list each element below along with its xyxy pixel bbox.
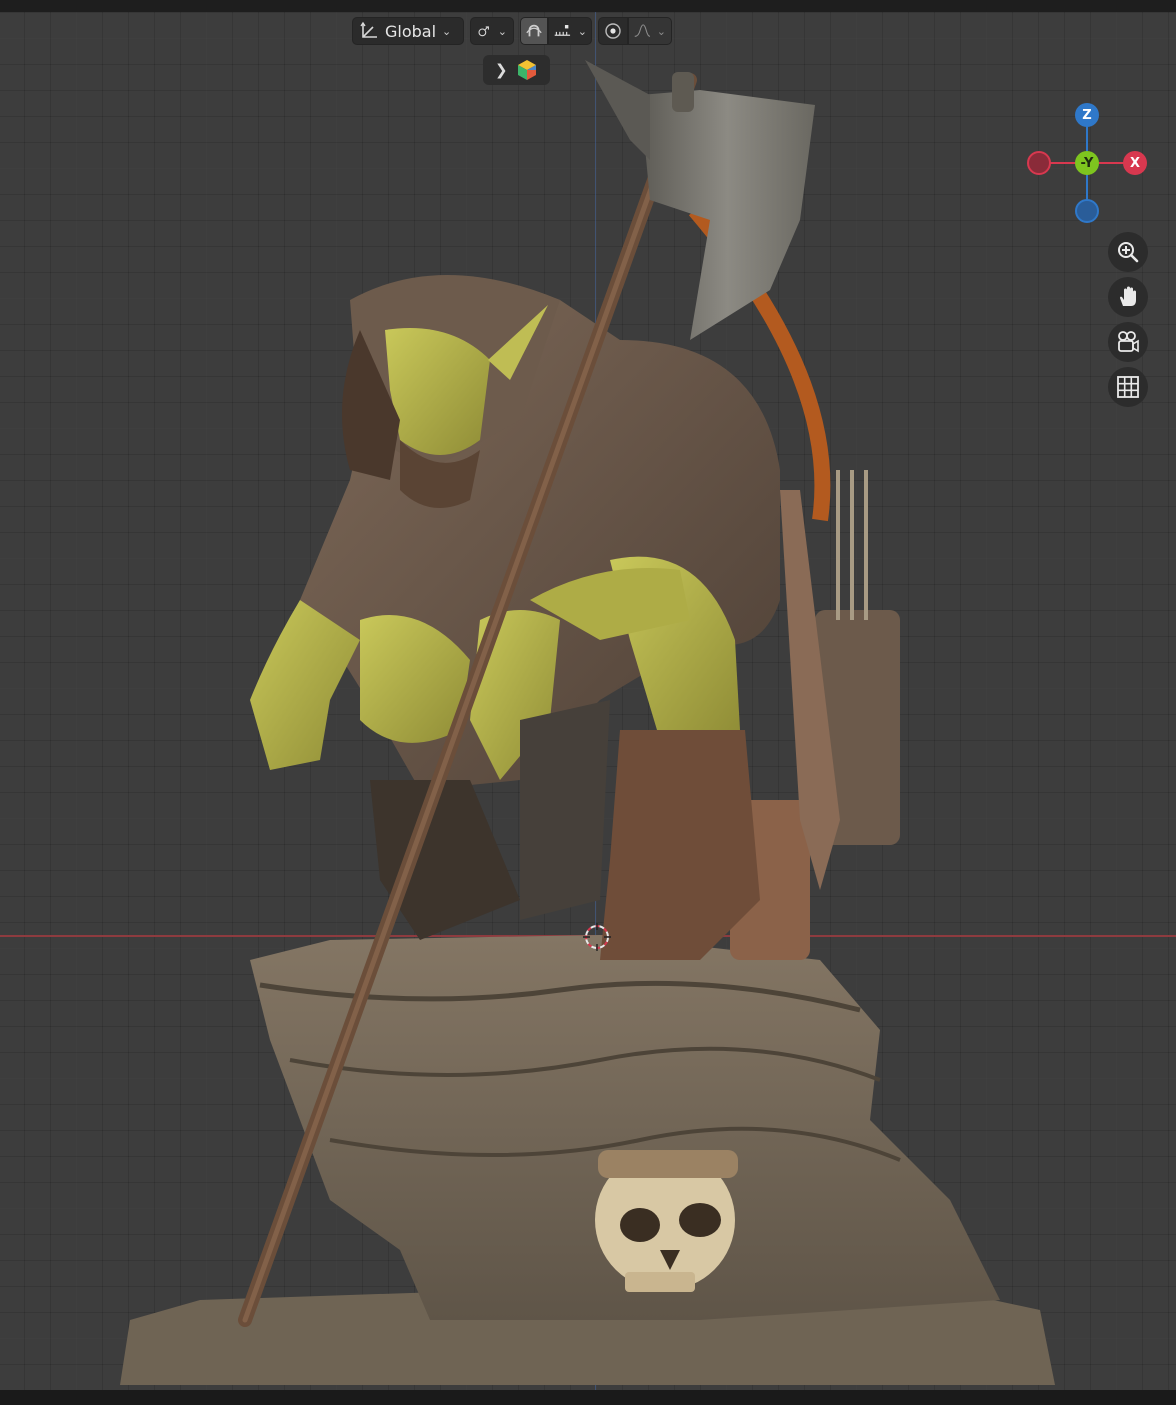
ortho-toggle-button[interactable] <box>1108 367 1148 407</box>
chevron-down-icon: ⌄ <box>656 24 666 38</box>
zoom-icon <box>1118 242 1139 263</box>
gizmo-y-label: -Y <box>1080 155 1094 171</box>
snap-increment-icon <box>554 25 571 36</box>
gizmo-neg-y-axis[interactable]: -Y <box>1075 151 1099 175</box>
chevron-down-icon: ⌄ <box>442 24 452 38</box>
viewport-header-tools: Global ⌄ ⌄ ⌄ ⌄ <box>352 17 672 45</box>
proportional-edit-icon <box>605 23 621 39</box>
pan-button[interactable] <box>1108 277 1148 317</box>
gizmo-neg-z-axis[interactable] <box>1075 199 1099 223</box>
pivot-point-dropdown[interactable]: ⌄ <box>470 17 514 45</box>
goblin-sculpt-model[interactable] <box>0 12 1176 1390</box>
camera-view-icon <box>1118 331 1139 353</box>
3d-cursor-icon[interactable] <box>582 922 612 952</box>
chevron-down-icon: ⌄ <box>577 24 587 38</box>
gizmo-z-axis[interactable]: Z <box>1075 103 1099 127</box>
object-color-cube-icon <box>517 60 536 80</box>
snap-group: ⌄ <box>520 17 592 45</box>
zoom-button[interactable] <box>1108 232 1148 272</box>
transform-orientation-icon <box>360 21 377 38</box>
grid-ortho-icon <box>1117 376 1139 398</box>
bottom-editor-strip <box>0 1390 1176 1405</box>
navigation-gizmo[interactable]: Z X -Y <box>1025 100 1150 225</box>
falloff-dropdown[interactable]: ⌄ <box>628 17 672 45</box>
pan-hand-icon <box>1120 286 1136 306</box>
gizmo-x-label: X <box>1129 155 1141 171</box>
falloff-curve-icon <box>634 24 651 37</box>
3d-viewport[interactable] <box>0 12 1176 1390</box>
camera-view-button[interactable] <box>1108 322 1148 362</box>
snap-target-dropdown[interactable]: ⌄ <box>548 17 592 45</box>
proportional-edit-toggle[interactable] <box>598 17 628 45</box>
magnet-snap-icon <box>526 24 542 37</box>
gizmo-x-axis[interactable]: X <box>1123 151 1147 175</box>
orientation-label: Global <box>385 21 437 41</box>
chevron-down-icon: ⌄ <box>497 24 507 38</box>
transform-orientation-dropdown[interactable]: Global ⌄ <box>352 17 464 45</box>
snap-toggle[interactable] <box>520 17 548 45</box>
active-object-popover[interactable]: ❯ <box>483 55 550 85</box>
gizmo-neg-x-axis[interactable] <box>1027 151 1051 175</box>
proportional-group: ⌄ <box>598 17 672 45</box>
gizmo-z-label: Z <box>1082 107 1092 123</box>
pivot-link-icon <box>478 26 489 37</box>
chevron-right-icon[interactable]: ❯ <box>495 61 508 79</box>
